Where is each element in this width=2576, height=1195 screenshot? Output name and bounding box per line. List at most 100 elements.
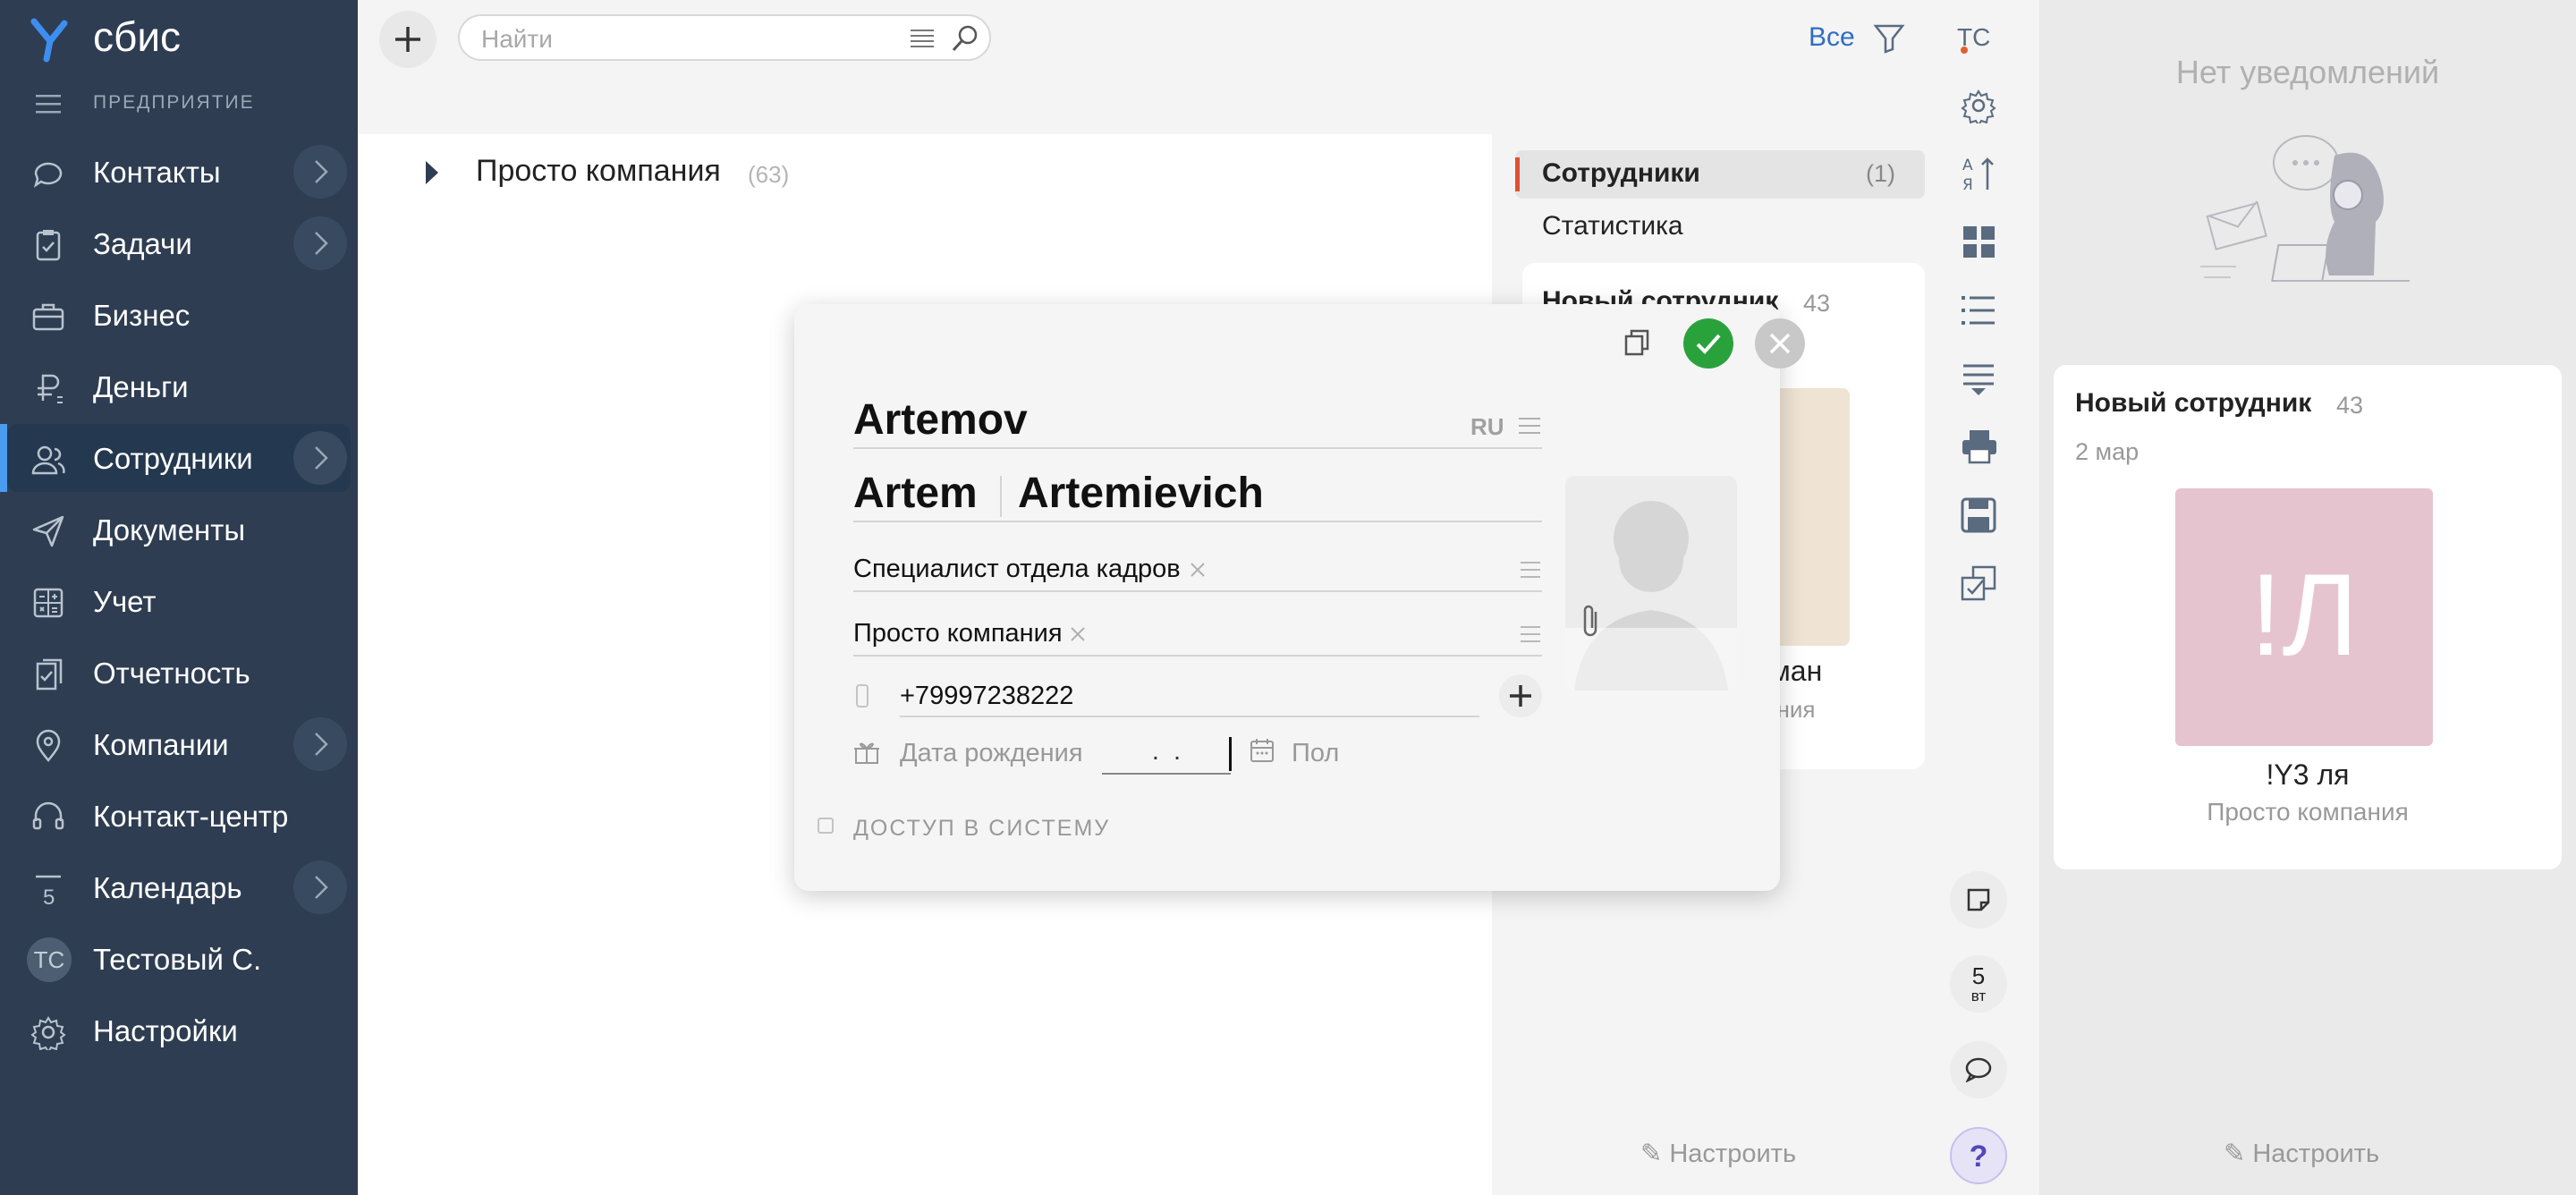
gear-icon[interactable] (1961, 88, 1996, 123)
card-count: 43 (1803, 290, 1831, 317)
headset-icon (32, 801, 64, 830)
sidebar-item-label: Контакт-центр (93, 800, 289, 833)
add-button[interactable] (379, 11, 436, 68)
sidebar-item-label: Контакты (93, 156, 221, 189)
chat-button[interactable] (1950, 1041, 2007, 1098)
sidebar-item-business[interactable]: Бизнес (7, 281, 351, 349)
copy-window-icon[interactable] (1623, 327, 1653, 358)
patronymic-field[interactable]: Artemievich (1018, 469, 1264, 518)
svg-text:А: А (1962, 157, 1973, 174)
sidebar-item-label: Деньги (93, 370, 189, 403)
clear-position-icon[interactable] (1188, 560, 1208, 580)
section-title: ПРЕДПРИЯТИЕ (93, 92, 255, 113)
search-input[interactable] (479, 23, 859, 55)
sidebar-item-label: Бизнес (93, 299, 191, 332)
filter-icon[interactable] (1873, 23, 1905, 54)
sidebar-item-calendar[interactable]: 5 Календарь (7, 853, 351, 921)
tab-employees[interactable]: Сотрудники (1) (1515, 150, 1925, 199)
employee-photo-placeholder[interactable] (1565, 476, 1737, 691)
chevron-right-icon[interactable] (293, 717, 347, 771)
birth-date-input[interactable]: . . (1102, 737, 1231, 775)
sidebar-item-documents[interactable]: Документы (7, 496, 351, 564)
employee-avatar-tile: !Л (2175, 488, 2433, 746)
company-menu-icon[interactable] (1519, 624, 1542, 644)
notification-card[interactable]: Новый сотрудник 43 2 мар !Л !Y3 ля Прост… (2054, 365, 2562, 869)
tab-statistics[interactable]: Статистика (1542, 211, 1683, 242)
position-field[interactable]: Специалист отдела кадров (853, 555, 1181, 584)
sidebar-item-employees[interactable]: Сотрудники (0, 424, 351, 492)
mass-check-icon[interactable] (1961, 565, 1996, 601)
employee-name: !Y3 ля (2266, 759, 2350, 791)
paper-plane-icon (32, 515, 64, 547)
employee-edit-dialog: Artemov RU Artem Artemievich Специалист … (794, 304, 1805, 891)
chevron-right-icon[interactable] (293, 145, 347, 199)
field-menu-icon[interactable] (1517, 417, 1542, 435)
sidebar-item-label: Документы (93, 513, 246, 547)
search-icon[interactable] (950, 23, 980, 54)
logo-text[interactable]: сбис (93, 13, 181, 61)
notes-button[interactable] (1950, 871, 2007, 928)
help-icon: ? (1969, 1140, 1988, 1174)
sbis-logo-icon[interactable] (23, 14, 73, 64)
filter-list-icon[interactable] (1961, 361, 1996, 397)
last-name-field[interactable]: Artemov (853, 395, 1028, 445)
hamburger-icon[interactable] (34, 93, 63, 114)
map-pin-icon (36, 729, 61, 762)
field-underline (853, 655, 1542, 657)
gender-selector[interactable]: Пол (1292, 739, 1339, 768)
sort-alphabet-icon[interactable]: АЯ (1961, 154, 1996, 193)
sidebar-item-label: Учет (93, 585, 157, 618)
printer-icon[interactable] (1961, 428, 1998, 465)
sidebar-item-contacts[interactable]: Контакты (7, 138, 351, 206)
help-button[interactable]: ? (1950, 1127, 2007, 1184)
list-view-icon[interactable] (1961, 293, 1996, 327)
confirm-button[interactable] (1683, 318, 1733, 369)
position-menu-icon[interactable] (1519, 560, 1542, 580)
sidebar-item-accounting[interactable]: Учет (7, 567, 351, 635)
chevron-right-icon[interactable] (293, 860, 347, 914)
phone-field[interactable]: +79997238222 (900, 682, 1073, 711)
clipboard-icon (36, 230, 61, 261)
sidebar: сбис ПРЕДПРИЯТИЕ Контакты Задачи Бизнес … (0, 0, 358, 1195)
notification-card-count: 43 (2336, 392, 2364, 419)
chevron-right-icon[interactable] (293, 431, 347, 485)
sidebar-item-companies[interactable]: Компании (7, 710, 351, 778)
clear-company-icon[interactable] (1068, 624, 1088, 644)
save-icon[interactable] (1961, 497, 1996, 533)
grid-view-icon[interactable] (1962, 225, 1996, 259)
access-checkbox[interactable] (818, 818, 834, 834)
sidebar-item-label: Сотрудники (93, 442, 253, 475)
list-filter-icon[interactable] (909, 27, 936, 50)
calendar-day-badge: 5 (43, 886, 55, 910)
field-underline (853, 447, 1542, 449)
filter-all-button[interactable]: Все (1809, 22, 1855, 53)
configure-label: Настроить (2252, 1140, 2380, 1168)
configure-label: Настроить (1669, 1140, 1797, 1168)
sidebar-item-user-profile[interactable]: ТС Тестовый С. (7, 925, 351, 993)
sidebar-item-label: Задачи (93, 227, 192, 260)
attach-icon[interactable] (1578, 601, 1603, 640)
chevron-right-icon[interactable] (293, 216, 347, 270)
active-tab-marker (1515, 157, 1520, 191)
chat-icon (33, 162, 63, 188)
sidebar-item-settings[interactable]: Настройки (7, 996, 351, 1064)
first-name-field[interactable]: Artem (853, 469, 978, 518)
calendar-picker-icon[interactable] (1249, 737, 1275, 764)
access-label[interactable]: ДОСТУП В СИСТЕМУ (853, 816, 1110, 842)
expand-triangle-icon[interactable] (422, 159, 440, 186)
configure-link[interactable]: ✎ Настроить (1640, 1138, 1796, 1169)
sidebar-item-contact-center[interactable]: Контакт-центр (7, 782, 351, 850)
company-field[interactable]: Просто компания (853, 619, 1063, 648)
configure-link-notifications[interactable]: ✎ Настроить (2224, 1138, 2379, 1169)
close-button[interactable] (1755, 318, 1805, 369)
tree-company-name[interactable]: Просто компания (476, 154, 721, 189)
language-switch[interactable]: RU (1470, 413, 1504, 441)
sidebar-item-money[interactable]: Деньги (7, 352, 351, 420)
sidebar-item-reporting[interactable]: Отчетность (7, 639, 351, 707)
sidebar-item-tasks[interactable]: Задачи (7, 209, 351, 277)
add-phone-button[interactable] (1499, 674, 1542, 717)
svg-text:Я: Я (1962, 176, 1973, 193)
checkmark-icon (1696, 334, 1721, 354)
sticky-note-icon (1967, 888, 1990, 911)
calendar-today-button[interactable]: 5 вт (1950, 955, 2007, 1013)
